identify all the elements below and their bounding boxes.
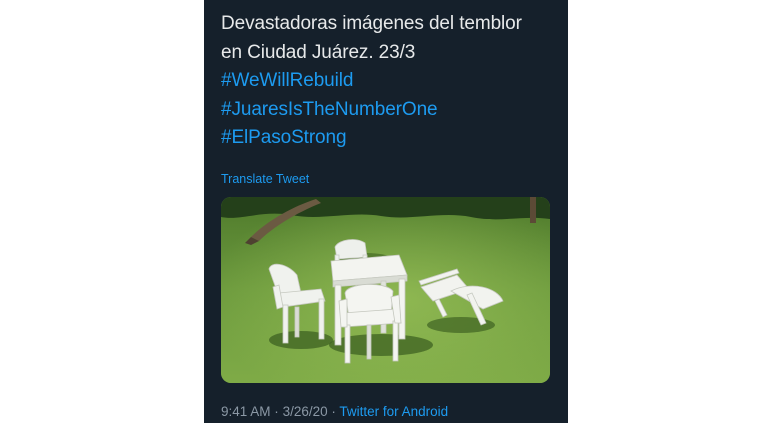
lawn-chairs-photo <box>221 197 550 383</box>
tweet-photo[interactable] <box>221 197 550 383</box>
hashtag-link-juares-is-the-number-one[interactable]: #JuaresIsTheNumberOne <box>221 96 561 125</box>
tweet-text-line-1: Devastadoras imágenes del temblor <box>221 13 522 34</box>
tweet-source-link[interactable]: Twitter for Android <box>339 404 448 419</box>
tweet-card: Devastadoras imágenes del temblor en Ciu… <box>204 0 568 423</box>
translate-tweet-link[interactable]: Translate Tweet <box>221 172 309 186</box>
meta-separator: · <box>274 404 279 419</box>
hashtag-link-el-paso-strong[interactable]: #ElPasoStrong <box>221 124 561 153</box>
hashtag-link-we-will-rebuild[interactable]: #WeWillRebuild <box>221 67 561 96</box>
tweet-time[interactable]: 9:41 AM <box>221 404 271 419</box>
tweet-date[interactable]: 3/26/20 <box>283 404 328 419</box>
meta-separator: · <box>331 404 336 419</box>
tweet-text: Devastadoras imágenes del temblor en Ciu… <box>221 10 561 153</box>
tweet-text-line-2: en Ciudad Juárez. 23/3 <box>221 41 416 63</box>
tweet-metadata: 9:41 AM · 3/26/20 · Twitter for Android <box>221 404 448 419</box>
